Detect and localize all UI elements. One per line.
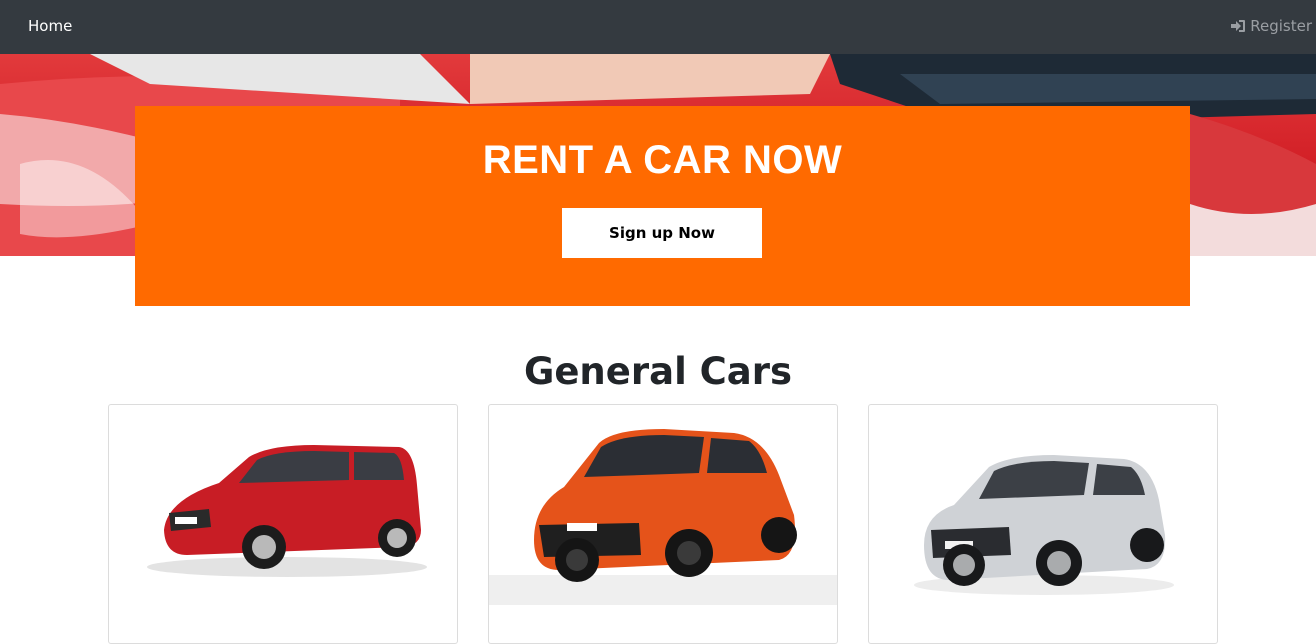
silver-hatchback-car-image [914, 455, 1174, 595]
red-hatchback-car-image [147, 445, 427, 577]
nav-register-link[interactable]: Register [1230, 17, 1312, 35]
orange-hatchback-car-image [489, 429, 837, 605]
section-title: General Cars [523, 350, 793, 393]
car-card[interactable] [108, 404, 458, 644]
sign-up-button[interactable]: Sign up Now [562, 208, 762, 258]
nav-register-label: Register [1250, 17, 1312, 35]
car-card[interactable] [868, 404, 1218, 644]
navbar: Home Register [0, 0, 1316, 54]
rent-banner: RENT A CAR NOW Sign up Now [135, 106, 1190, 306]
banner-title: RENT A CAR NOW [482, 138, 843, 182]
nav-home-link[interactable]: Home [28, 17, 72, 35]
sign-in-icon [1230, 19, 1246, 33]
car-card[interactable] [488, 404, 838, 644]
